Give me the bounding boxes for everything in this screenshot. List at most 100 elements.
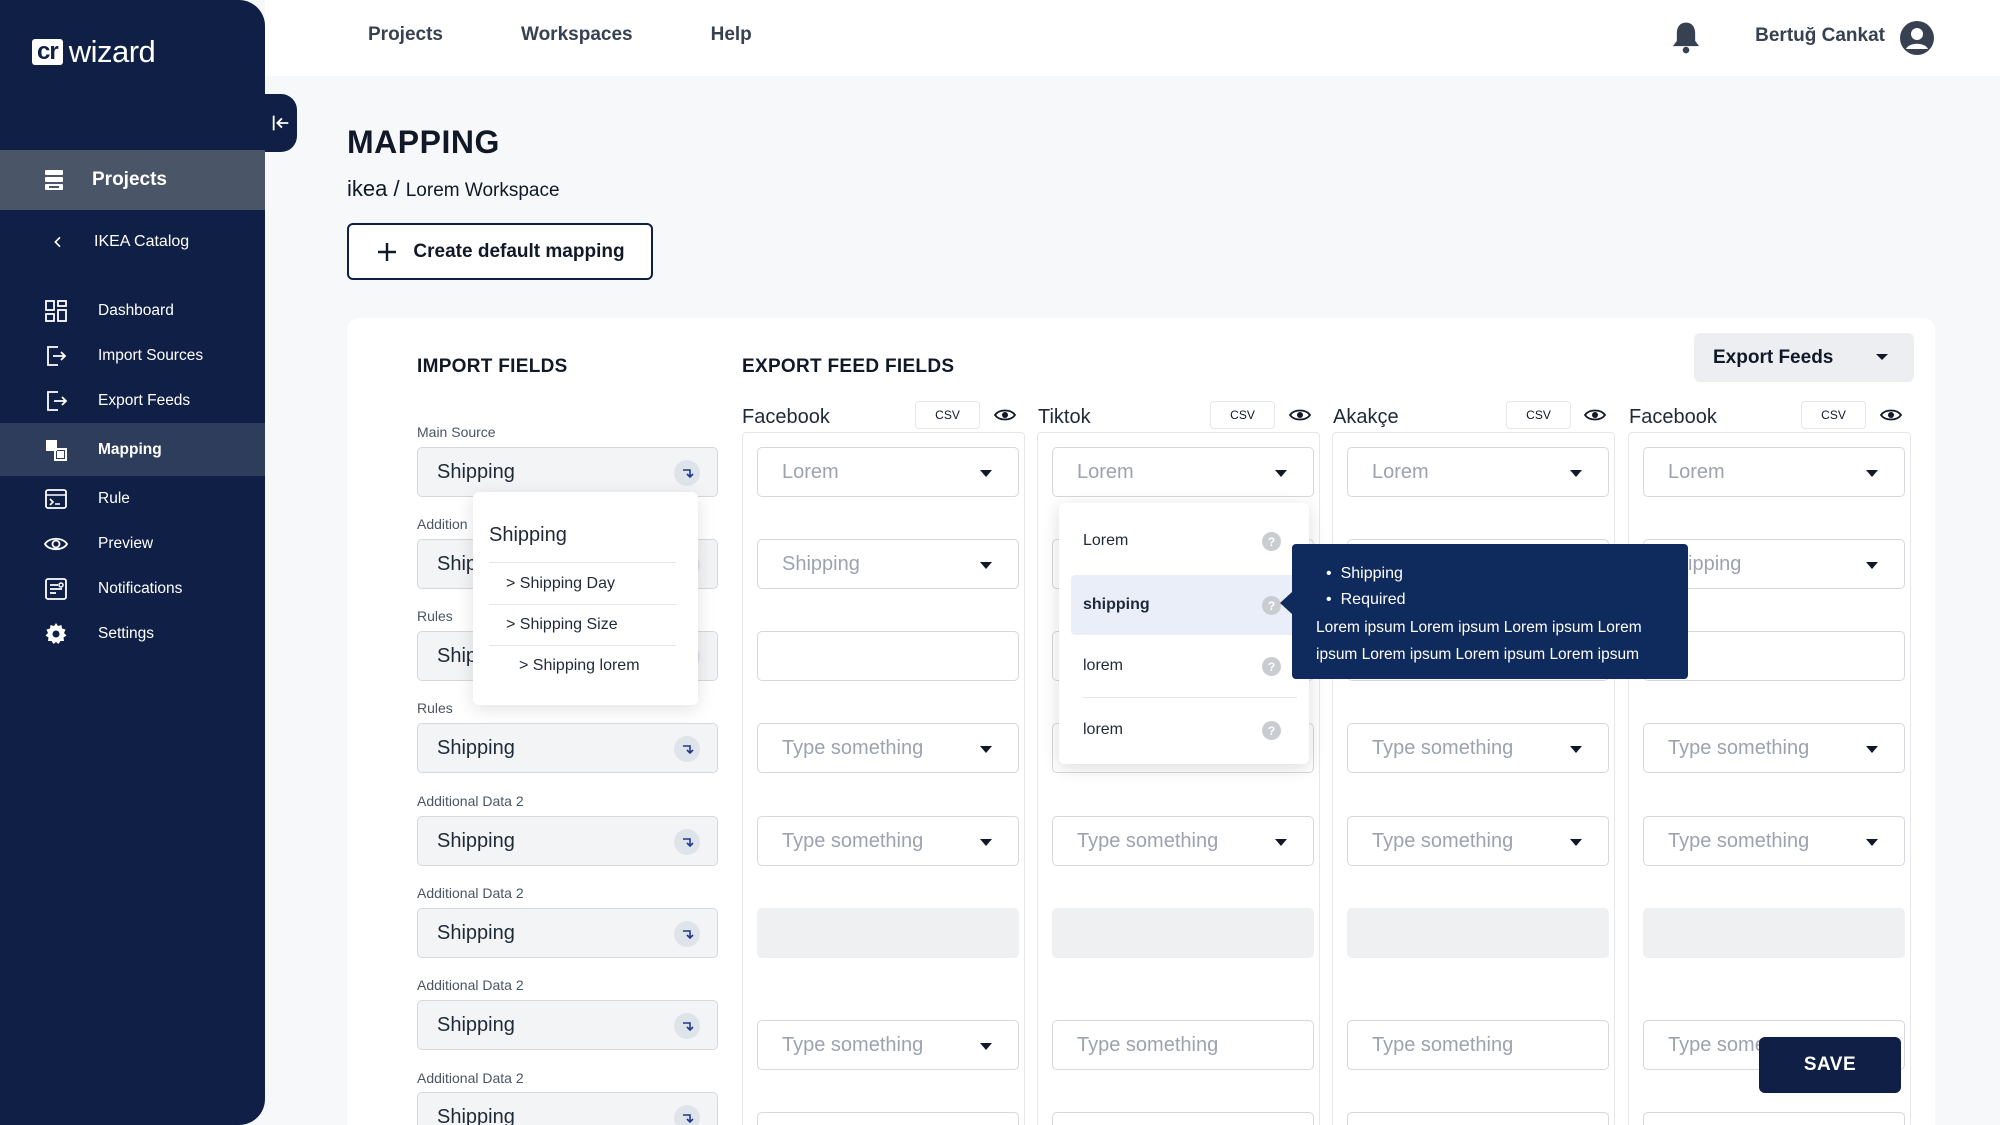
input-placeholder: Type some: [1668, 1033, 1766, 1056]
csv-tag[interactable]: CSV: [1210, 401, 1275, 429]
swap-icon[interactable]: [674, 1013, 700, 1039]
dropdown-value: Type something: [1372, 736, 1514, 759]
breadcrumb-root[interactable]: ikea: [347, 176, 387, 201]
column-title: Akakçe: [1333, 406, 1399, 428]
dropdown-value: Type something: [1372, 829, 1514, 852]
import-field-input[interactable]: Shipping: [417, 908, 718, 958]
divider: [489, 562, 676, 563]
plus-icon: [378, 242, 397, 261]
sidebar-item-label: Projects: [92, 169, 167, 190]
export-field-input[interactable]: Type something: [1347, 1020, 1609, 1070]
caret-down-icon: [1866, 562, 1878, 569]
dropdown-value: Type something: [1668, 736, 1810, 759]
eye-icon[interactable]: [993, 403, 1017, 427]
help-icon[interactable]: ?: [1262, 721, 1281, 740]
input-placeholder: Type something: [1077, 1033, 1219, 1056]
export-field-dropdown[interactable]: Type something: [1052, 816, 1314, 866]
export-field-input[interactable]: [1347, 1112, 1609, 1125]
bell-icon[interactable]: [1670, 20, 1702, 54]
tooltip-list: Shipping Required: [1316, 561, 1664, 613]
sidebar-item-rule[interactable]: Rule: [0, 476, 265, 521]
swap-icon[interactable]: [674, 921, 700, 947]
sidebar-item-dashboard[interactable]: Dashboard: [0, 288, 265, 333]
import-field-label: Main Source: [417, 424, 496, 440]
import-field-input[interactable]: Shipping: [417, 1092, 718, 1125]
dropdown-value: Lorem: [1372, 460, 1429, 483]
menu-item[interactable]: lorem ?: [1071, 636, 1297, 696]
user-name[interactable]: Bertuğ Cankat: [1755, 25, 1885, 47]
export-field-input[interactable]: [757, 631, 1019, 681]
topnav-workspaces[interactable]: Workspaces: [521, 24, 633, 46]
swap-icon[interactable]: [674, 460, 700, 486]
sidebar-item-export-feeds[interactable]: Export Feeds: [0, 378, 265, 423]
export-field-dropdown[interactable]: Type something: [757, 1020, 1019, 1070]
export-field-dropdown[interactable]: Type something: [1643, 723, 1905, 773]
import-field-input[interactable]: Shipping: [417, 447, 718, 497]
export-field-input[interactable]: Type something: [1052, 1020, 1314, 1070]
caret-down-icon: [980, 839, 992, 846]
export-field-input[interactable]: [1643, 1112, 1905, 1125]
eye-icon[interactable]: [1288, 403, 1312, 427]
popup-option[interactable]: > Shipping Day: [506, 575, 615, 593]
import-field-input[interactable]: Shipping: [417, 723, 718, 773]
export-field-dropdown[interactable]: Lorem: [757, 447, 1019, 497]
dropdown-value: Type something: [782, 829, 924, 852]
export-field-input[interactable]: [757, 1112, 1019, 1125]
export-field-dropdown[interactable]: Type something: [1643, 816, 1905, 866]
export-field-dropdown[interactable]: Lorem: [1052, 447, 1314, 497]
sidebar-item-settings[interactable]: Settings: [0, 611, 265, 656]
eye-icon[interactable]: [1583, 403, 1607, 427]
export-field-input[interactable]: [1052, 1112, 1314, 1125]
user-avatar-icon[interactable]: [1899, 20, 1935, 56]
export-field-dropdown[interactable]: Type something: [1347, 816, 1609, 866]
breadcrumb: ikea / Lorem Workspace: [347, 176, 560, 202]
sidebar-item-label: Settings: [98, 624, 155, 642]
menu-item-selected[interactable]: shipping ?: [1071, 575, 1297, 635]
export-field-dropdown[interactable]: Lorem: [1347, 447, 1609, 497]
help-icon[interactable]: ?: [1262, 657, 1281, 676]
topnav-help[interactable]: Help: [711, 24, 752, 46]
divider: [1083, 697, 1297, 698]
swap-icon[interactable]: [674, 736, 700, 762]
help-icon[interactable]: ?: [1262, 596, 1281, 615]
sidebar-item-projects[interactable]: Projects: [0, 150, 265, 210]
swap-icon[interactable]: [674, 829, 700, 855]
swap-icon[interactable]: [674, 1105, 700, 1125]
import-field-input[interactable]: Shipping: [417, 1000, 718, 1050]
eye-icon[interactable]: [1879, 403, 1903, 427]
sidebar-item-label: IKEA Catalog: [94, 233, 190, 250]
csv-tag[interactable]: CSV: [1801, 401, 1866, 429]
sidebar-item-preview[interactable]: Preview: [0, 521, 265, 566]
popup-option[interactable]: > Shipping Size: [506, 616, 618, 634]
import-field-input[interactable]: Shipping: [417, 816, 718, 866]
menu-item[interactable]: lorem ?: [1071, 700, 1297, 760]
sidebar-item-mapping[interactable]: Mapping: [0, 423, 265, 476]
export-field-dropdown[interactable]: Type something: [757, 816, 1019, 866]
help-icon[interactable]: ?: [1262, 532, 1281, 551]
save-button[interactable]: SAVE: [1759, 1037, 1901, 1093]
export-field-dropdown[interactable]: Lorem: [1643, 447, 1905, 497]
export-field-dropdown[interactable]: Type something: [757, 723, 1019, 773]
sidebar-item-notifications[interactable]: Notifications: [0, 566, 265, 611]
export-field-dropdown[interactable]: Type something: [1347, 723, 1609, 773]
sidebar-item-label: Export Feeds: [98, 391, 191, 409]
topnav-projects[interactable]: Projects: [368, 24, 443, 46]
export-field-dropdown[interactable]: Shipping: [757, 539, 1019, 589]
sidebar-collapse-button[interactable]: [265, 94, 297, 152]
import-field-popup: Shipping > Shipping Day > Shipping Size …: [473, 492, 698, 705]
csv-tag[interactable]: CSV: [915, 401, 980, 429]
import-icon: [47, 345, 67, 366]
menu-item[interactable]: Lorem ?: [1071, 511, 1297, 571]
create-default-mapping-button[interactable]: Create default mapping: [347, 223, 653, 280]
rule-icon: [45, 488, 67, 509]
csv-tag[interactable]: CSV: [1506, 401, 1571, 429]
sidebar-back-ikea-catalog[interactable]: IKEA Catalog: [0, 222, 265, 262]
tooltip-text: Lorem ipsum Lorem ipsum Lorem ipsum Lore…: [1316, 619, 1642, 663]
sidebar-item-import-sources[interactable]: Import Sources: [0, 333, 265, 378]
export-field-disabled: [1347, 908, 1609, 958]
top-nav: Projects Workspaces Help: [368, 24, 752, 46]
app-logo[interactable]: cr wizard: [32, 34, 156, 70]
export-feeds-dropdown[interactable]: Export Feeds: [1694, 333, 1914, 382]
popup-option[interactable]: > Shipping lorem: [519, 657, 640, 675]
sidebar-item-label: Notifications: [98, 579, 183, 597]
